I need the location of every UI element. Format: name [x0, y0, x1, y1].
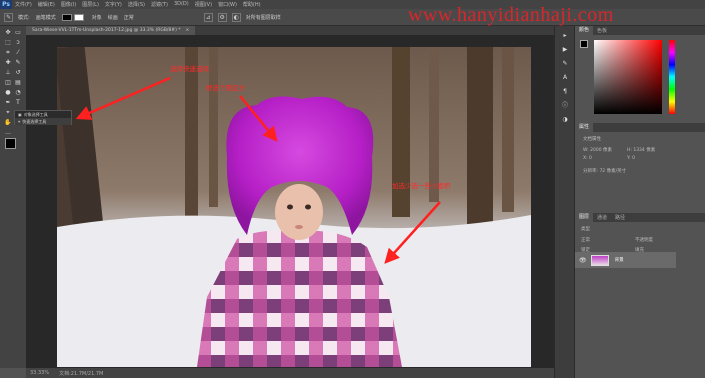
tab-paths[interactable]: 路径: [611, 214, 629, 221]
blend-mode-dropdown[interactable]: 正常: [581, 237, 590, 243]
prop-y: Y: 0: [627, 156, 635, 161]
prop-resolution: 分辨率: 72 像素/英寸: [583, 169, 627, 174]
layer-visibility-eye-icon[interactable]: 👁: [579, 257, 587, 264]
arrow-to-hat: [239, 95, 278, 142]
annotation-add-small: 加选少选一些小面积: [392, 182, 451, 190]
adjustments-panel-icon[interactable]: ◑: [561, 116, 569, 124]
prop-width: W: 2000 像素: [583, 148, 613, 153]
hue-slider[interactable]: [669, 40, 675, 114]
panel-fg-color[interactable]: [580, 40, 588, 48]
brush-panel-icon[interactable]: ✎: [561, 60, 569, 68]
layers-panel-tabs: 图层 通道 路径: [575, 213, 705, 222]
tab-channels[interactable]: 通道: [593, 214, 611, 221]
character-panel-icon[interactable]: A: [561, 74, 569, 82]
panel-icon-column: ▸ ▶ ✎ A ¶ ⓘ ◑: [554, 26, 574, 378]
properties-panel-tabs: 属性: [575, 123, 705, 132]
tab-layers[interactable]: 图层: [575, 213, 594, 222]
history-panel-icon[interactable]: ▸: [561, 32, 569, 40]
prop-x: X: 0: [583, 156, 592, 161]
zoom-level[interactable]: 33.33%: [30, 370, 49, 376]
arrow-to-tool: [75, 76, 171, 120]
info-panel-icon[interactable]: ⓘ: [561, 102, 569, 110]
tab-color[interactable]: 颜色: [575, 26, 594, 35]
paragraph-panel-icon[interactable]: ¶: [561, 88, 569, 96]
prop-height: H: 1334 像素: [627, 148, 656, 153]
layer-kind-filter[interactable]: 类型: [581, 226, 590, 232]
status-bar: 33.33% 文档:21.7M/21.7M: [26, 368, 554, 378]
opacity-label[interactable]: 不透明度: [635, 237, 653, 243]
layer-name: 背景: [614, 258, 624, 263]
tab-properties[interactable]: 属性: [575, 123, 594, 132]
arrow-to-jacket: [384, 201, 441, 264]
actions-panel-icon[interactable]: ▶: [561, 46, 569, 54]
annotation-frame-area: 框选个要区分: [206, 84, 245, 92]
layer-thumbnail: [590, 254, 609, 266]
doc-info: 文档:21.7M/21.7M: [59, 370, 104, 377]
tab-swatches[interactable]: 色板: [593, 27, 611, 34]
color-picker-field[interactable]: [594, 40, 662, 114]
properties-title: 文档属性: [583, 137, 601, 142]
annotation-select-tool: 选择快速选择: [170, 65, 209, 73]
color-panel-tabs: 颜色 色板: [575, 26, 705, 35]
right-panels: 颜色 色板 属性 文档属性 W: 2000 像素 H: 1334 像素 X: 0…: [574, 26, 705, 378]
layer-row-background[interactable]: 👁 背景: [575, 252, 676, 268]
